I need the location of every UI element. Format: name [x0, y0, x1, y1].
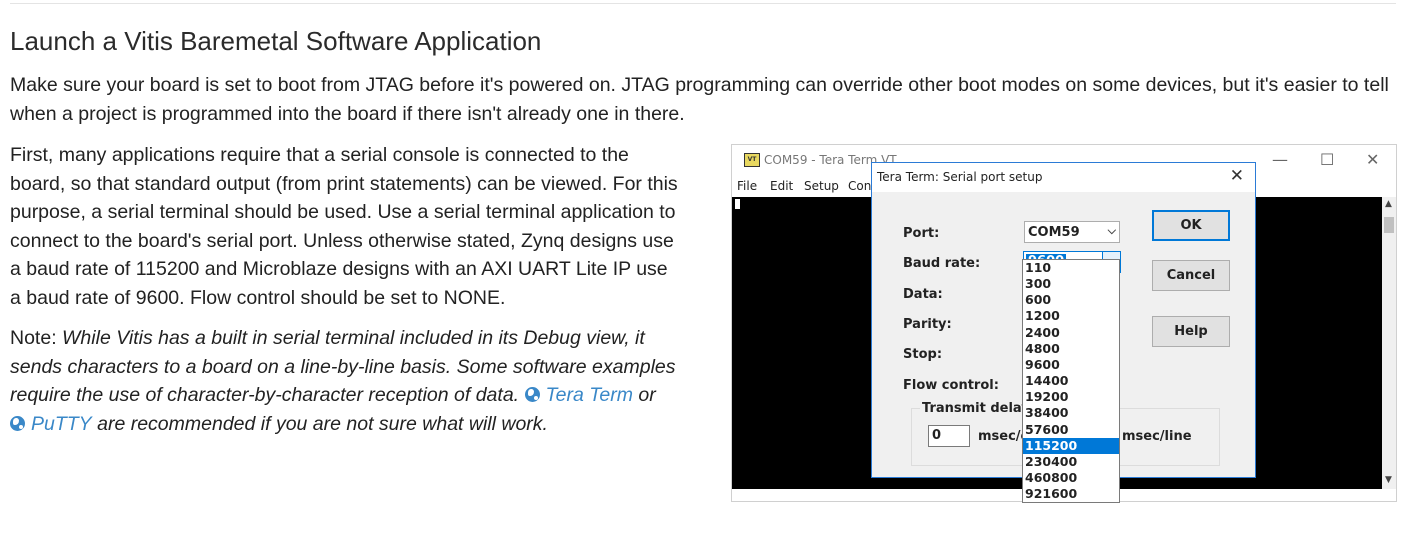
intro-paragraph: Make sure your board is set to boot from…	[10, 74, 1389, 125]
tera-term-screenshot: VT COM59 - Tera Term VT — ☐ ✕ File Edit …	[731, 144, 1397, 503]
dialog-close-icon[interactable]: ✕	[1230, 166, 1244, 186]
left-column: First, many applications require that a …	[10, 141, 678, 438]
transmit-delay-label: Transmit delay	[920, 401, 1032, 416]
close-icon[interactable]: ✕	[1366, 150, 1379, 169]
note-or: or	[638, 384, 656, 406]
flow-control-label: Flow control:	[903, 378, 999, 393]
menu-control[interactable]: Con	[848, 179, 871, 193]
scroll-thumb[interactable]	[1384, 217, 1394, 233]
maximize-icon[interactable]: ☐	[1320, 150, 1334, 169]
baud-option[interactable]: 19200	[1023, 389, 1119, 405]
port-label: Port:	[903, 226, 940, 241]
terminal-cursor	[735, 199, 740, 209]
baud-option[interactable]: 4800	[1023, 341, 1119, 357]
scroll-up-icon[interactable]: ▲	[1385, 199, 1392, 209]
globe-icon	[10, 415, 25, 431]
baud-option[interactable]: 2400	[1023, 325, 1119, 341]
note-label: Note:	[10, 327, 57, 349]
baud-option[interactable]: 460800	[1023, 470, 1119, 486]
putty-link[interactable]: PuTTY	[31, 413, 92, 435]
baud-option[interactable]: 14400	[1023, 373, 1119, 389]
baud-option[interactable]: 110	[1023, 260, 1119, 276]
note-text-end: are recommended if you are not sure what…	[97, 412, 548, 435]
menu-edit[interactable]: Edit	[770, 179, 793, 193]
body-paragraph: First, many applications require that a …	[10, 144, 678, 309]
menu-setup[interactable]: Setup	[804, 179, 839, 193]
baud-option[interactable]: 230400	[1023, 454, 1119, 470]
port-select[interactable]: COM59 ⌵	[1024, 221, 1120, 243]
parity-label: Parity:	[903, 317, 952, 332]
baud-option[interactable]: 1200	[1023, 308, 1119, 324]
note-paragraph: Note: While Vitis has a built in serial …	[10, 324, 678, 438]
baud-rate-label: Baud rate:	[903, 256, 981, 271]
ok-button[interactable]: OK	[1152, 210, 1230, 241]
baud-option[interactable]: 921600	[1023, 486, 1119, 502]
data-label: Data:	[903, 287, 943, 302]
tera-term-link[interactable]: Tera Term	[546, 384, 633, 406]
dialog-titlebar: Tera Term: Serial port setup ✕	[872, 163, 1255, 192]
baud-option[interactable]: 115200	[1023, 437, 1119, 454]
msec-char-unit: msec/c	[978, 429, 1029, 444]
scroll-down-icon[interactable]: ▼	[1385, 475, 1392, 485]
cancel-button[interactable]: Cancel	[1152, 260, 1230, 291]
baud-option[interactable]: 300	[1023, 276, 1119, 292]
baud-rate-dropdown-list[interactable]: 110 300 600 1200 2400 4800 9600 14400 19200 38400…	[1022, 259, 1120, 503]
help-button[interactable]: Help	[1152, 316, 1230, 347]
vertical-scrollbar[interactable]: ▲ ▼	[1382, 197, 1396, 489]
minimize-icon[interactable]: —	[1272, 150, 1288, 169]
baud-option[interactable]: 9600	[1023, 357, 1119, 373]
tera-term-app-icon: VT	[744, 153, 760, 167]
chevron-down-icon: ⌵	[1107, 224, 1116, 237]
char-delay-input[interactable]: 0	[928, 425, 970, 447]
msec-line-unit: msec/line	[1122, 429, 1192, 444]
baud-option[interactable]: 57600	[1023, 422, 1119, 438]
globe-icon	[524, 387, 540, 402]
top-divider	[10, 3, 1396, 4]
section-heading: Launch a Vitis Baremetal Software Applic…	[10, 26, 542, 56]
port-value: COM59	[1028, 225, 1080, 240]
menu-file[interactable]: File	[737, 179, 757, 193]
baud-option[interactable]: 38400	[1023, 405, 1119, 421]
stop-label: Stop:	[903, 347, 943, 362]
dialog-title: Tera Term: Serial port setup	[877, 170, 1043, 184]
baud-option[interactable]: 600	[1023, 292, 1119, 308]
